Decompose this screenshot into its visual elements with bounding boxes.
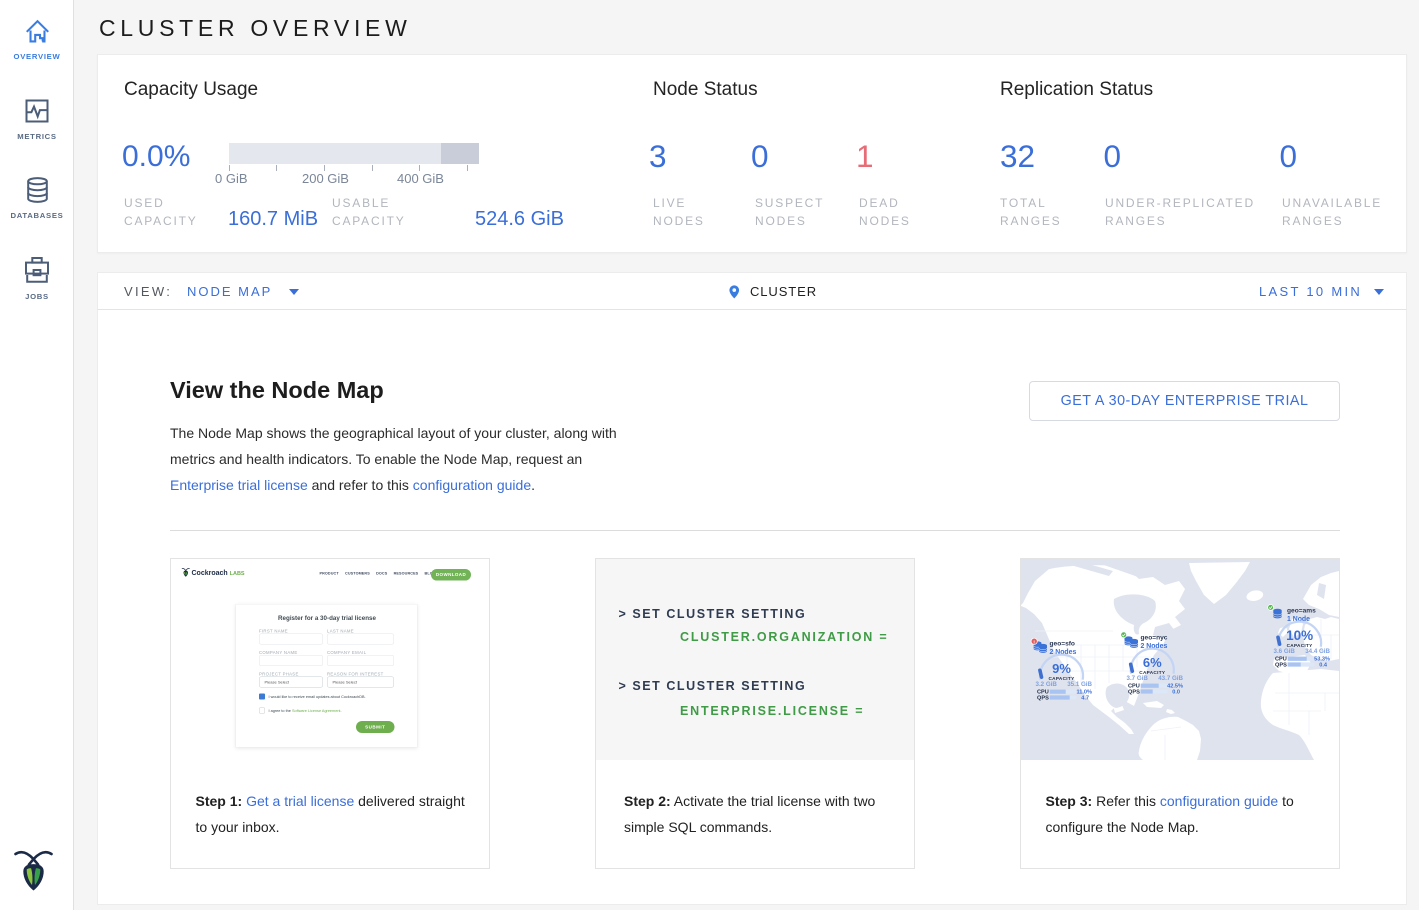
svg-text:35.1 GiB: 35.1 GiB xyxy=(1067,681,1092,688)
svg-text:6%: 6% xyxy=(1143,655,1162,670)
svg-text:10%: 10% xyxy=(1286,628,1313,643)
svg-text:3.7 GiB: 3.7 GiB xyxy=(1127,675,1149,682)
svg-text:4.7: 4.7 xyxy=(1081,695,1089,701)
svg-text:0.0: 0.0 xyxy=(1172,689,1180,695)
svg-text:geo=sfo: geo=sfo xyxy=(1050,641,1075,648)
svg-text:geo=ams: geo=ams xyxy=(1287,608,1316,615)
svg-text:QPS: QPS xyxy=(1275,662,1287,668)
svg-text:3.2 GiB: 3.2 GiB xyxy=(1036,681,1058,688)
svg-text:34.4 GiB: 34.4 GiB xyxy=(1305,648,1330,655)
svg-text:9%: 9% xyxy=(1052,661,1071,676)
svg-text:3.6 GiB: 3.6 GiB xyxy=(1274,648,1296,655)
svg-text:43.7 GiB: 43.7 GiB xyxy=(1158,675,1183,682)
svg-text:QPS: QPS xyxy=(1037,695,1049,701)
svg-text:geo=nyc: geo=nyc xyxy=(1141,635,1168,642)
svg-text:0.4: 0.4 xyxy=(1319,662,1328,668)
svg-text:QPS: QPS xyxy=(1128,689,1140,695)
